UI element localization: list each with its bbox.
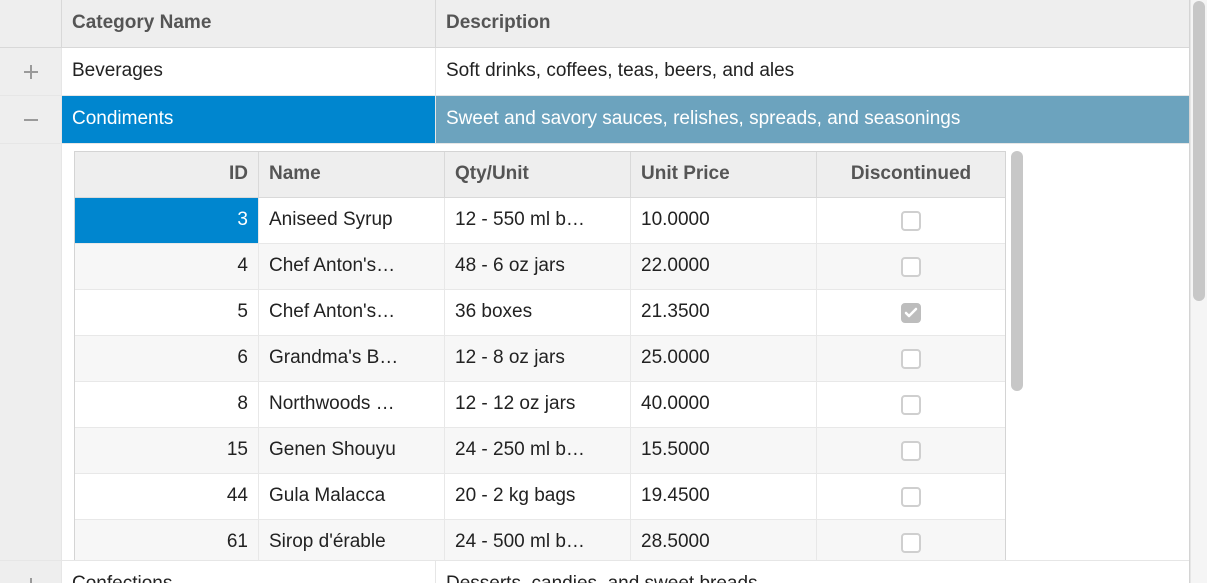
scrollbar-thumb[interactable]	[1193, 1, 1205, 301]
column-header-id[interactable]: ID	[75, 152, 259, 197]
cell-discontinued[interactable]	[817, 474, 1005, 519]
column-header-qty-per-unit[interactable]: Qty/Unit	[445, 152, 631, 197]
cell-qty-per-unit[interactable]: 20 - 2 kg bags	[445, 474, 631, 519]
cell-name[interactable]: Chef Anton's…	[259, 290, 445, 335]
cell-name[interactable]: Chef Anton's…	[259, 244, 445, 289]
cell-qty-per-unit[interactable]: 24 - 250 ml b…	[445, 428, 631, 473]
cell-unit-price[interactable]: 15.5000	[631, 428, 817, 473]
column-header-description[interactable]: Description	[436, 0, 1189, 47]
checkbox[interactable]	[901, 257, 921, 277]
expand-collapse-header	[0, 0, 62, 47]
cell-discontinued[interactable]	[817, 428, 1005, 473]
plus-icon	[22, 63, 40, 81]
master-header-row: Category Name Description	[0, 0, 1189, 48]
cell-unit-price[interactable]: 21.3500	[631, 290, 817, 335]
cell-category-name[interactable]: Confections	[62, 561, 436, 583]
cell-id[interactable]: 5	[75, 290, 259, 335]
cell-discontinued[interactable]	[817, 290, 1005, 335]
cell-name[interactable]: Genen Shouyu	[259, 428, 445, 473]
cell-unit-price[interactable]: 19.4500	[631, 474, 817, 519]
cell-qty-per-unit[interactable]: 12 - 12 oz jars	[445, 382, 631, 427]
checkbox[interactable]	[901, 395, 921, 415]
outer-scrollbar[interactable]	[1190, 0, 1207, 583]
column-header-category-name[interactable]: Category Name	[62, 0, 436, 47]
cell-id[interactable]: 6	[75, 336, 259, 381]
cell-id[interactable]: 8	[75, 382, 259, 427]
cell-description[interactable]: Soft drinks, coffees, teas, beers, and a…	[436, 48, 1189, 95]
cell-id[interactable]: 61	[75, 520, 259, 560]
cell-description[interactable]: Desserts, candies, and sweet breads	[436, 561, 1189, 583]
cell-unit-price[interactable]: 10.0000	[631, 198, 817, 243]
detail-body: ID Name Qty/Unit Unit Price Discontinued…	[62, 144, 1189, 560]
detail-row[interactable]: 44Gula Malacca20 - 2 kg bags19.4500	[75, 474, 1005, 520]
detail-row[interactable]: 5Chef Anton's…36 boxes21.3500	[75, 290, 1005, 336]
cell-discontinued[interactable]	[817, 198, 1005, 243]
column-header-unit-price[interactable]: Unit Price	[631, 152, 817, 197]
checkbox[interactable]	[901, 303, 921, 323]
expand-button[interactable]	[0, 561, 62, 583]
detail-row[interactable]: 4Chef Anton's…48 - 6 oz jars22.0000	[75, 244, 1005, 290]
detail-row[interactable]: 8Northwoods …12 - 12 oz jars40.0000	[75, 382, 1005, 428]
cell-qty-per-unit[interactable]: 12 - 8 oz jars	[445, 336, 631, 381]
detail-header-row: ID Name Qty/Unit Unit Price Discontinued	[75, 152, 1005, 198]
detail-row[interactable]: 61Sirop d'érable24 - 500 ml b…28.5000	[75, 520, 1005, 560]
cell-id[interactable]: 4	[75, 244, 259, 289]
cell-category-name[interactable]: Condiments	[62, 96, 436, 143]
plus-icon	[22, 576, 40, 583]
detail-gutter	[0, 144, 62, 560]
column-header-name[interactable]: Name	[259, 152, 445, 197]
collapse-button[interactable]	[0, 96, 62, 143]
detail-row[interactable]: 15Genen Shouyu24 - 250 ml b…15.5000	[75, 428, 1005, 474]
detail-scrollbar[interactable]	[1006, 151, 1030, 560]
cell-id[interactable]: 3	[75, 198, 259, 243]
expand-button[interactable]	[0, 48, 62, 95]
cell-unit-price[interactable]: 40.0000	[631, 382, 817, 427]
checkbox[interactable]	[901, 487, 921, 507]
checkbox[interactable]	[901, 349, 921, 369]
cell-name[interactable]: Gula Malacca	[259, 474, 445, 519]
data-grid: Category Name Description Beverages Soft…	[0, 0, 1190, 583]
cell-discontinued[interactable]	[817, 382, 1005, 427]
column-header-discontinued[interactable]: Discontinued	[817, 152, 1005, 197]
master-row-selected[interactable]: Condiments Sweet and savory sauces, reli…	[0, 96, 1189, 144]
cell-unit-price[interactable]: 22.0000	[631, 244, 817, 289]
cell-discontinued[interactable]	[817, 244, 1005, 289]
cell-name[interactable]: Grandma's B…	[259, 336, 445, 381]
cell-category-name[interactable]: Beverages	[62, 48, 436, 95]
cell-qty-per-unit[interactable]: 36 boxes	[445, 290, 631, 335]
cell-description[interactable]: Sweet and savory sauces, relishes, sprea…	[436, 96, 1189, 143]
cell-unit-price[interactable]: 25.0000	[631, 336, 817, 381]
minus-icon	[22, 111, 40, 129]
detail-grid: ID Name Qty/Unit Unit Price Discontinued…	[74, 151, 1006, 560]
cell-id[interactable]: 44	[75, 474, 259, 519]
master-row[interactable]: Beverages Soft drinks, coffees, teas, be…	[0, 48, 1189, 96]
detail-row[interactable]: 6Grandma's B…12 - 8 oz jars25.0000	[75, 336, 1005, 382]
cell-qty-per-unit[interactable]: 48 - 6 oz jars	[445, 244, 631, 289]
cell-name[interactable]: Aniseed Syrup	[259, 198, 445, 243]
cell-id[interactable]: 15	[75, 428, 259, 473]
detail-panel: ID Name Qty/Unit Unit Price Discontinued…	[0, 144, 1189, 561]
checkbox[interactable]	[901, 533, 921, 553]
cell-discontinued[interactable]	[817, 520, 1005, 560]
cell-discontinued[interactable]	[817, 336, 1005, 381]
cell-name[interactable]: Northwoods …	[259, 382, 445, 427]
cell-qty-per-unit[interactable]: 24 - 500 ml b…	[445, 520, 631, 560]
checkbox[interactable]	[901, 441, 921, 461]
cell-name[interactable]: Sirop d'érable	[259, 520, 445, 560]
cell-unit-price[interactable]: 28.5000	[631, 520, 817, 560]
checkbox[interactable]	[901, 211, 921, 231]
detail-row[interactable]: 3Aniseed Syrup12 - 550 ml b…10.0000	[75, 198, 1005, 244]
master-row[interactable]: Confections Desserts, candies, and sweet…	[0, 561, 1189, 583]
scrollbar-thumb[interactable]	[1011, 151, 1023, 391]
cell-qty-per-unit[interactable]: 12 - 550 ml b…	[445, 198, 631, 243]
